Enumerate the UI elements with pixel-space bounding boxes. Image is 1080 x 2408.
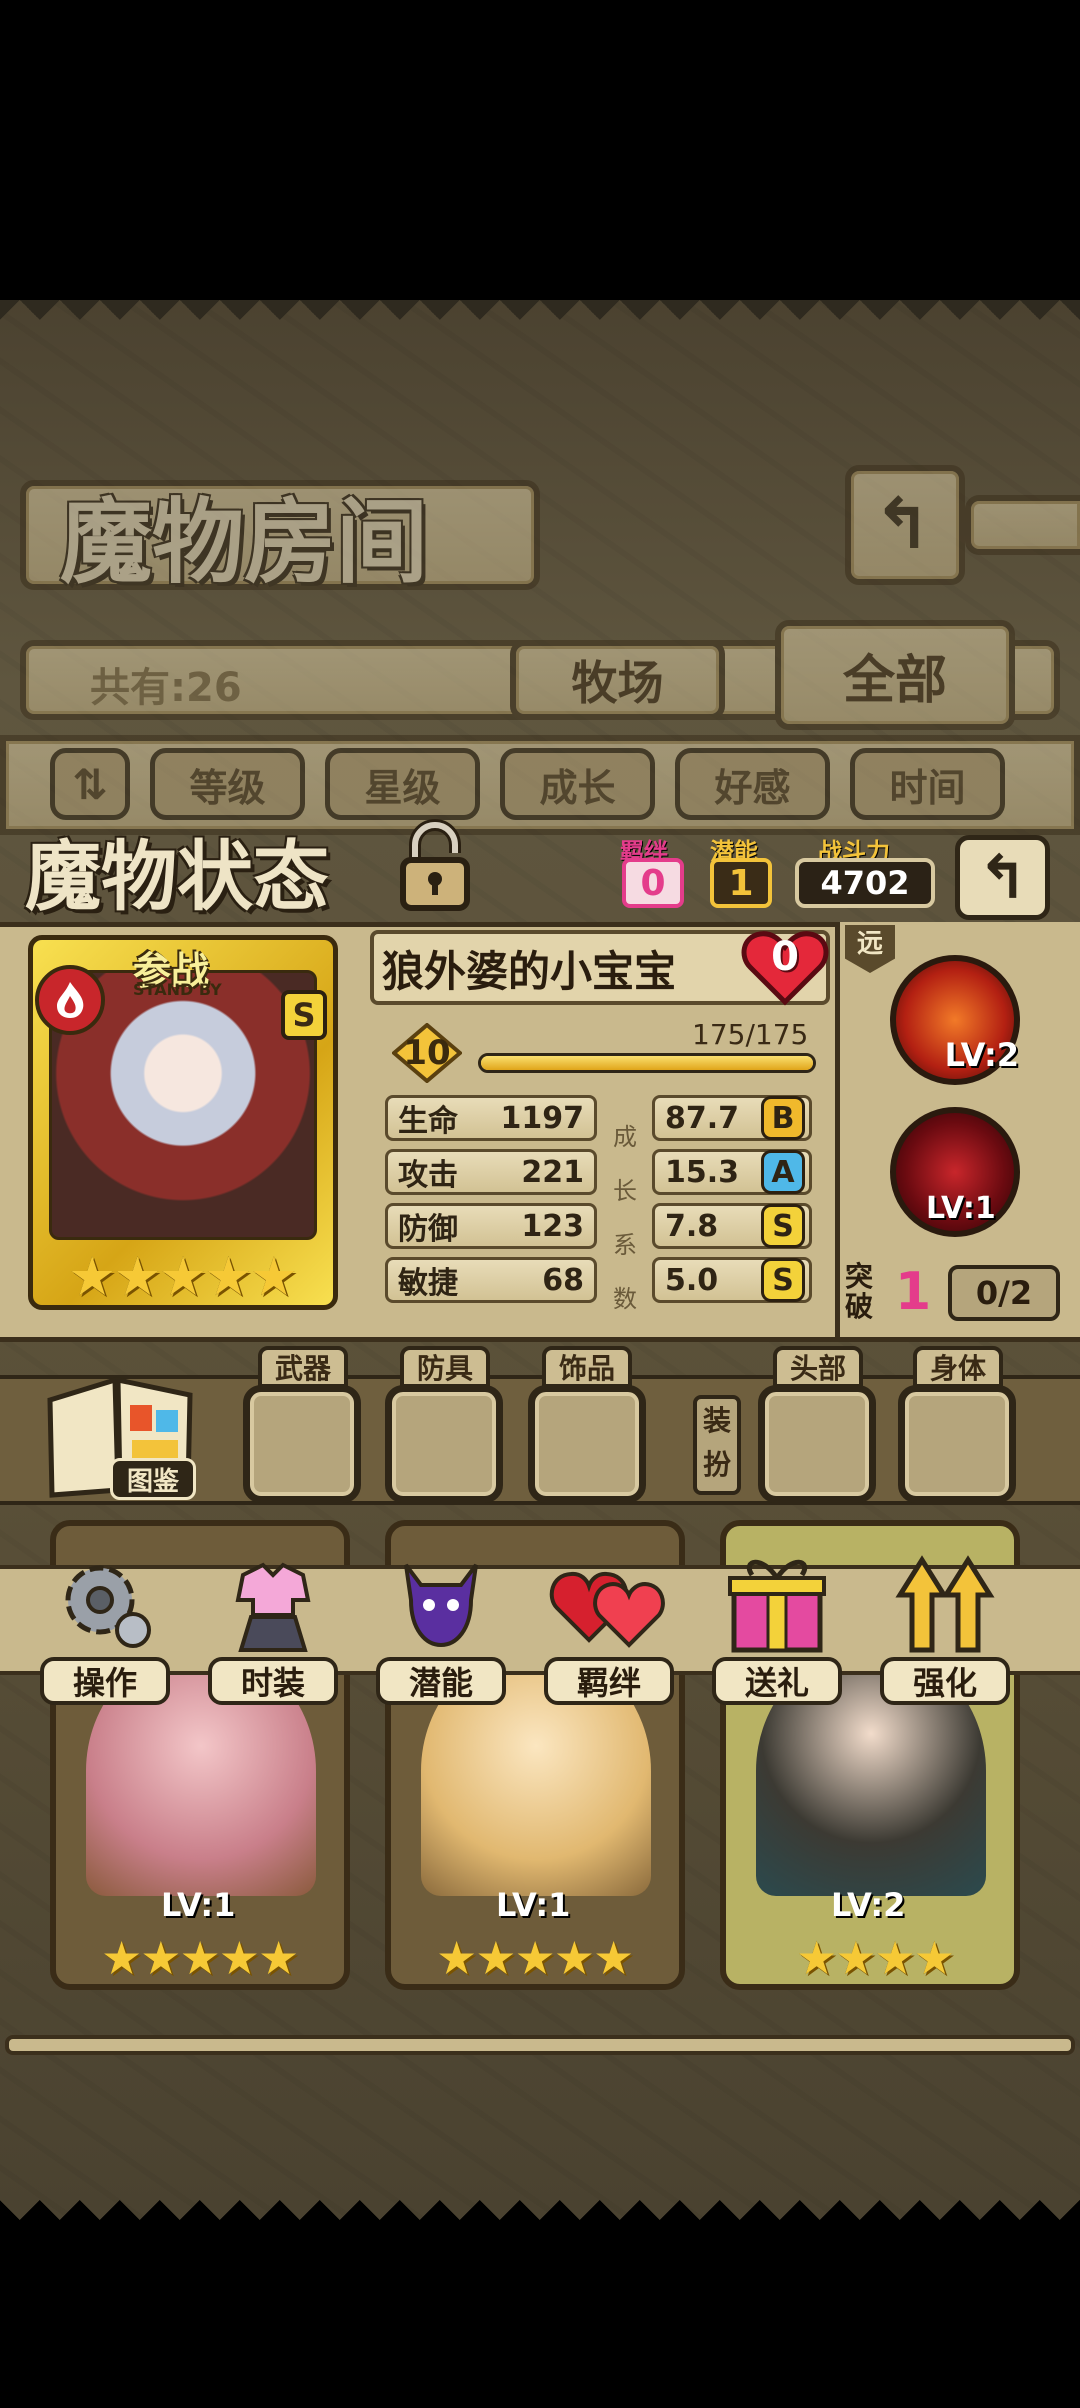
- bottom-frame: [5, 2035, 1075, 2055]
- growth-label-char: 系: [613, 1231, 637, 1259]
- potential-button[interactable]: 潜能: [376, 1545, 506, 1705]
- grade-badge: B: [761, 1096, 805, 1140]
- enhance-label: 强化: [880, 1657, 1010, 1705]
- operate-label: 操作: [40, 1657, 170, 1705]
- card-stars: ★★★★★: [101, 1931, 299, 1985]
- exp-text: 175/175: [692, 1018, 809, 1051]
- growth-value: 15.3: [665, 1154, 740, 1190]
- rank-badge: S: [281, 990, 327, 1040]
- growth-label-char: 数: [613, 1285, 637, 1313]
- growth-row: 7.8 S: [652, 1203, 812, 1249]
- gift-button[interactable]: 送礼: [712, 1545, 842, 1705]
- potential-action-label: 潜能: [376, 1657, 506, 1705]
- power-value: 4702: [795, 858, 935, 908]
- stat-label: 防御: [398, 1212, 458, 1247]
- growth-value: 7.8: [665, 1208, 719, 1244]
- exp-bar: [478, 1053, 816, 1073]
- potential-value: 1: [710, 858, 772, 908]
- growth-label-char: 成: [613, 1123, 637, 1151]
- skill-arrows-icon[interactable]: LV:2: [890, 955, 1020, 1085]
- growth-row: 15.3 A: [652, 1149, 812, 1195]
- dress-label: 装扮: [693, 1395, 741, 1495]
- head-slot[interactable]: [758, 1385, 876, 1503]
- affection-value: 0: [771, 934, 799, 980]
- stat-label: 敏捷: [398, 1266, 458, 1301]
- operate-button[interactable]: 操作: [40, 1545, 170, 1705]
- slot-label-head: 头部: [773, 1346, 863, 1388]
- armor-slot[interactable]: [385, 1385, 503, 1503]
- top-border-decoration: [0, 300, 1080, 340]
- growth-row: 87.7 B: [652, 1095, 812, 1141]
- standby-sub: STAND BY: [133, 980, 222, 999]
- potential-spirit-icon: [404, 1563, 478, 1648]
- card-level: LV:1: [161, 1886, 236, 1924]
- body-slot[interactable]: [898, 1385, 1016, 1503]
- weapon-slot[interactable]: [243, 1385, 361, 1503]
- back-button[interactable]: ↰: [955, 835, 1050, 920]
- card-level: LV:1: [496, 1886, 571, 1924]
- grade-badge: S: [761, 1258, 805, 1302]
- card-stars: ★★★★: [796, 1931, 955, 1985]
- stat-value: 1197: [500, 1100, 585, 1136]
- portrait-card[interactable]: 参战 STAND BY S ★★★★★: [28, 935, 338, 1310]
- slot-label-armor: 防具: [400, 1346, 490, 1388]
- gear-icon: [65, 1565, 151, 1648]
- bond-button[interactable]: 羁绊: [544, 1545, 674, 1705]
- growth-label-char: 长: [613, 1177, 637, 1205]
- grade-badge: S: [761, 1204, 805, 1248]
- fashion-button[interactable]: 时装: [208, 1545, 338, 1705]
- grade-badge: A: [761, 1150, 805, 1194]
- double-arrow-up-icon: [895, 1555, 995, 1653]
- fire-element-icon: [35, 965, 105, 1035]
- slot-label-weapon: 武器: [258, 1346, 348, 1388]
- breakthrough-label: 突破: [845, 1260, 874, 1323]
- stat-row: 防御 123: [385, 1203, 597, 1249]
- monster-name: 狼外婆的小宝宝: [382, 947, 677, 996]
- stat-row: 敏捷 68: [385, 1257, 597, 1303]
- breakthrough-progress: 0/2: [948, 1265, 1060, 1321]
- codex-book-icon[interactable]: 图鉴: [40, 1370, 200, 1510]
- gift-label: 送礼: [712, 1657, 842, 1705]
- outfit-icon: [235, 1562, 311, 1652]
- slot-label-body: 身体: [913, 1346, 1003, 1388]
- stat-value: 68: [542, 1262, 584, 1298]
- portrait-stars: ★★★★★: [68, 1245, 298, 1308]
- stat-value: 221: [521, 1154, 584, 1190]
- hearts-icon: [549, 1571, 665, 1648]
- fashion-label: 时装: [208, 1657, 338, 1705]
- bond-action-label: 羁绊: [544, 1657, 674, 1705]
- skill-blood-icon[interactable]: LV:1: [890, 1107, 1020, 1237]
- affection-heart-icon[interactable]: 0: [740, 922, 830, 1012]
- lock-icon[interactable]: [385, 815, 485, 915]
- growth-row: 5.0 S: [652, 1257, 812, 1303]
- stat-label: 生命: [398, 1104, 458, 1139]
- growth-label: 成长系数: [610, 1110, 640, 1326]
- stat-label: 攻击: [398, 1158, 458, 1193]
- breakthrough-value: 1: [895, 1262, 932, 1322]
- codex-label: 图鉴: [110, 1458, 196, 1500]
- stat-value: 123: [521, 1208, 584, 1244]
- stat-row: 生命 1197: [385, 1095, 597, 1141]
- growth-value: 5.0: [665, 1262, 719, 1298]
- card-stars: ★★★★★: [436, 1931, 634, 1985]
- card-level: LV:2: [831, 1886, 906, 1924]
- bottom-border-decoration: [0, 2180, 1080, 2220]
- status-title: 魔物状态: [25, 832, 329, 921]
- growth-value: 87.7: [665, 1100, 740, 1136]
- slot-label-accessory: 饰品: [542, 1346, 632, 1388]
- stat-row: 攻击 221: [385, 1149, 597, 1195]
- accessory-slot[interactable]: [528, 1385, 646, 1503]
- bond-value: 0: [622, 858, 684, 908]
- enhance-button[interactable]: 强化: [880, 1545, 1010, 1705]
- level-badge: 10: [390, 1022, 464, 1084]
- gift-box-icon: [728, 1559, 826, 1653]
